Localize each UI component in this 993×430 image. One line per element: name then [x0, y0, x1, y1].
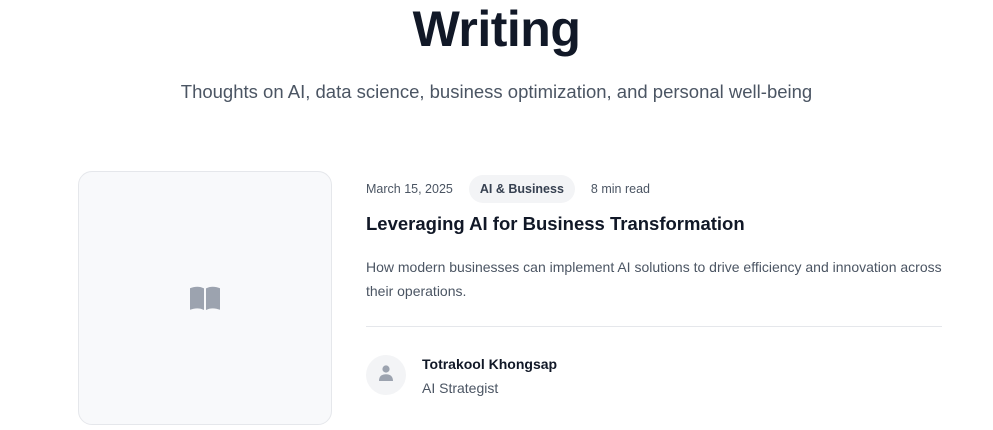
divider: [366, 326, 942, 327]
page-subtitle: Thoughts on AI, data science, business o…: [180, 81, 813, 102]
author-name: Totrakool Khongsap: [422, 356, 558, 372]
user-icon: [377, 364, 395, 387]
page-title: Writing: [412, 1, 581, 57]
category-badge[interactable]: AI & Business: [468, 175, 575, 203]
author-role: AI Strategist: [422, 380, 499, 396]
post-title-link[interactable]: Leveraging AI for Business Transformatio…: [366, 212, 745, 236]
post-card[interactable]: March 15, 2025 AI & Business 8 min read …: [78, 171, 944, 430]
read-time: 8 min read: [590, 182, 650, 196]
book-icon: [189, 285, 221, 311]
post-excerpt: How modern businesses can implement AI s…: [366, 259, 942, 299]
post-date: March 15, 2025: [366, 182, 453, 196]
post-meta: March 15, 2025 AI & Business 8 min read: [366, 174, 650, 204]
post-thumbnail[interactable]: [78, 171, 332, 425]
writing-page: Writing Thoughts on AI, data science, bu…: [0, 0, 993, 430]
avatar: [366, 355, 406, 395]
